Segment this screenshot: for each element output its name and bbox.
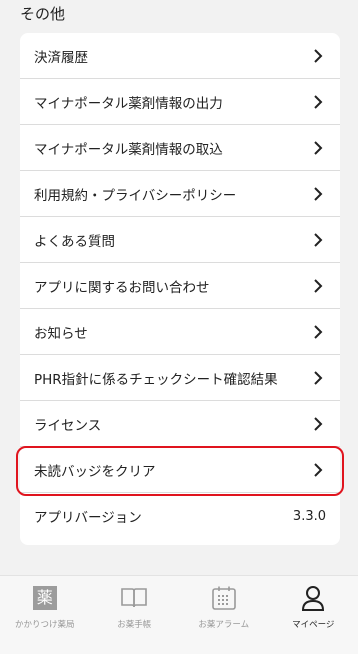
bottom-nav: 薬 かかりつけ薬局 お薬手帳 お薬アラーム マイページ	[0, 575, 358, 654]
chevron-right-icon	[310, 186, 326, 202]
book-icon	[120, 584, 148, 612]
person-icon	[299, 584, 327, 612]
menu-item-phr-checksheet[interactable]: PHR指針に係るチェックシート確認結果	[20, 355, 340, 401]
menu-item-terms-privacy[interactable]: 利用規約・プライバシーポリシー	[20, 171, 340, 217]
section-title: その他	[20, 5, 66, 23]
menu-item-label: マイナポータル薬剤情報の出力	[34, 95, 223, 112]
app-version-row: アプリバージョン 3.3.0	[20, 493, 340, 539]
app-version-label: アプリバージョン	[34, 510, 142, 526]
menu-item-label: 利用規約・プライバシーポリシー	[34, 187, 237, 204]
chevron-right-icon	[310, 48, 326, 64]
chevron-right-icon	[310, 232, 326, 248]
chevron-right-icon	[310, 278, 326, 294]
menu-item-notices[interactable]: お知らせ	[20, 309, 340, 355]
menu-item-payment-history[interactable]: 決済履歴	[20, 33, 340, 79]
menu-item-label: アプリに関するお問い合わせ	[34, 279, 210, 296]
nav-tab-label: マイページ	[292, 620, 335, 630]
chevron-right-icon	[310, 94, 326, 110]
menu-item-label: ライセンス	[34, 417, 102, 434]
chevron-right-icon	[310, 140, 326, 156]
menu-item-myna-import[interactable]: マイナポータル薬剤情報の取込	[20, 125, 340, 171]
menu-card: 決済履歴 マイナポータル薬剤情報の出力 マイナポータル薬剤情報の取込 利用規約・…	[20, 33, 340, 545]
pharmacy-kanji-glyph: 薬	[32, 586, 57, 610]
menu-item-license[interactable]: ライセンス	[20, 401, 340, 447]
chevron-right-icon	[310, 370, 326, 386]
chevron-right-icon	[310, 324, 326, 340]
nav-tab-medication-notebook[interactable]: お薬手帳	[90, 576, 180, 654]
menu-item-contact[interactable]: アプリに関するお問い合わせ	[20, 263, 340, 309]
nav-tab-medication-alarm[interactable]: お薬アラーム	[179, 576, 269, 654]
chevron-right-icon	[310, 416, 326, 432]
menu-item-label: 決済履歴	[34, 49, 88, 66]
menu-item-label: よくある質問	[34, 233, 115, 250]
menu-item-clear-unread-badge[interactable]: 未読バッジをクリア	[20, 447, 340, 493]
menu-item-label: PHR指針に係るチェックシート確認結果	[34, 371, 278, 388]
menu-item-label: 未読バッジをクリア	[34, 463, 156, 480]
chevron-right-icon	[310, 462, 326, 478]
app-version-value: 3.3.0	[292, 508, 326, 524]
menu-item-faq[interactable]: よくある質問	[20, 217, 340, 263]
other-settings-screen: その他 決済履歴 マイナポータル薬剤情報の出力 マイナポータル薬剤情報の取込 利…	[0, 0, 358, 654]
nav-tab-pharmacy[interactable]: 薬 かかりつけ薬局	[0, 576, 90, 654]
calendar-icon	[210, 584, 238, 612]
menu-item-myna-export[interactable]: マイナポータル薬剤情報の出力	[20, 79, 340, 125]
nav-tab-label: お薬アラーム	[198, 620, 250, 630]
pharmacy-kanji-icon: 薬	[31, 584, 59, 612]
menu-item-label: お知らせ	[34, 325, 88, 342]
nav-tab-label: かかりつけ薬局	[14, 620, 75, 630]
nav-tab-mypage[interactable]: マイページ	[269, 576, 358, 654]
nav-tab-label: お薬手帳	[117, 620, 152, 630]
menu-item-label: マイナポータル薬剤情報の取込	[34, 141, 223, 158]
